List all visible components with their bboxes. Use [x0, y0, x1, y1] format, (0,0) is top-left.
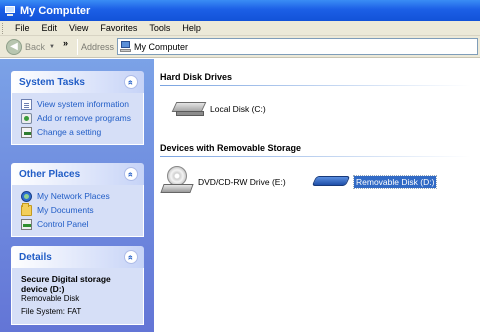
details-device-type: Removable Disk	[21, 294, 80, 303]
place-label: My Documents	[37, 205, 94, 215]
drive-local-disk-c[interactable]: Local Disk (C:)	[171, 100, 266, 118]
details-file-system: File System: FAT	[21, 307, 82, 316]
address-bar[interactable]: My Computer	[117, 38, 478, 55]
details-body: Secure Digital storage device (D:) Remov…	[11, 268, 144, 325]
menu-favorites[interactable]: Favorites	[94, 23, 143, 33]
task-label: Change a setting	[37, 127, 102, 137]
control-panel-icon	[21, 126, 32, 138]
folder-icon	[21, 202, 32, 216]
hard-disk-icon	[171, 100, 207, 118]
details-header[interactable]: Details «	[11, 246, 144, 268]
details-device-name: Secure Digital storage device (D:)	[21, 274, 111, 294]
group-header-removable: Devices with Removable Storage	[160, 143, 470, 157]
collapse-icon[interactable]: «	[124, 167, 138, 181]
system-tasks-body: View system information Add or remove pr…	[11, 93, 144, 145]
toolbar-separator	[76, 38, 78, 55]
network-icon	[21, 190, 32, 202]
collapse-icon[interactable]: «	[124, 75, 138, 89]
system-tasks-title: System Tasks	[19, 76, 85, 88]
programs-icon	[21, 112, 32, 124]
back-arrow-icon: ◀	[6, 38, 22, 55]
other-places-body: My Network Places My Documents Control P…	[11, 185, 144, 237]
back-label: Back	[25, 41, 46, 52]
control-panel-icon	[21, 218, 32, 230]
collapse-glyph: «	[126, 171, 137, 177]
system-tasks-header[interactable]: System Tasks «	[11, 71, 144, 93]
system-info-icon	[21, 98, 32, 110]
collapse-glyph: «	[126, 79, 137, 85]
menu-view[interactable]: View	[63, 23, 94, 33]
menu-grip	[2, 22, 5, 34]
drive-removable-d[interactable]: Removable Disk (D:)	[311, 175, 438, 189]
collapse-glyph: «	[126, 254, 137, 260]
place-my-documents[interactable]: My Documents	[21, 202, 137, 217]
task-label: View system information	[37, 99, 129, 109]
collapse-icon[interactable]: «	[124, 250, 138, 264]
task-pane: System Tasks « View system information A…	[0, 59, 154, 332]
task-add-remove-programs[interactable]: Add or remove programs	[21, 111, 137, 125]
back-dropdown-icon[interactable]: ▼	[49, 44, 55, 50]
content-pane: Hard Disk Drives Local Disk (C:) Devices…	[154, 59, 480, 332]
removable-disk-icon	[311, 175, 351, 189]
group-header-hard-disks: Hard Disk Drives	[160, 72, 470, 86]
details-title: Details	[19, 251, 52, 263]
toolbar: ◀ Back ▼ » Address My Computer	[0, 36, 480, 58]
window-title: My Computer	[20, 4, 91, 17]
my-computer-icon	[120, 41, 132, 52]
place-label: Control Panel	[37, 219, 89, 229]
address-label: Address	[80, 41, 115, 52]
my-computer-icon	[4, 5, 16, 17]
title-bar: My Computer	[0, 0, 480, 21]
details-panel: Details « Secure Digital storage device …	[11, 246, 144, 325]
drive-dvd-e[interactable]: DVD/CD-RW Drive (E:)	[160, 166, 286, 198]
menu-tools[interactable]: Tools	[143, 23, 176, 33]
other-places-header[interactable]: Other Places «	[11, 163, 144, 185]
menu-file[interactable]: File	[9, 23, 36, 33]
task-label: Add or remove programs	[37, 113, 132, 123]
drive-label: Local Disk (C:)	[210, 104, 266, 114]
place-control-panel[interactable]: Control Panel	[21, 217, 137, 231]
menu-bar: File Edit View Favorites Tools Help	[0, 21, 480, 36]
task-change-setting[interactable]: Change a setting	[21, 125, 137, 139]
drive-label: DVD/CD-RW Drive (E:)	[198, 177, 286, 187]
other-places-panel: Other Places « My Network Places My Docu…	[11, 163, 144, 237]
place-label: My Network Places	[37, 191, 110, 201]
system-tasks-panel: System Tasks « View system information A…	[11, 71, 144, 145]
drive-label-selected: Removable Disk (D:)	[352, 175, 438, 189]
toolbar-overflow-chevron[interactable]: »	[63, 38, 68, 48]
task-view-system-info[interactable]: View system information	[21, 97, 137, 111]
dvd-drive-icon	[160, 166, 194, 198]
place-my-network-places[interactable]: My Network Places	[21, 189, 137, 203]
other-places-title: Other Places	[19, 168, 81, 180]
menu-help[interactable]: Help	[176, 23, 207, 33]
address-value: My Computer	[134, 41, 189, 52]
back-button[interactable]: ◀ Back ▼	[2, 38, 59, 55]
menu-edit[interactable]: Edit	[36, 23, 64, 33]
